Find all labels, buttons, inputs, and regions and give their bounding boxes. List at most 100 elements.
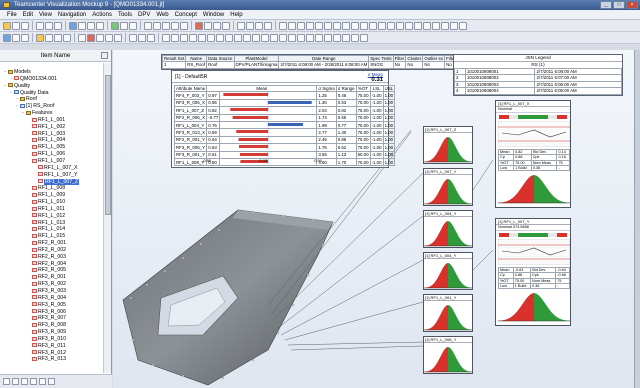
tool2-u-icon[interactable] (342, 33, 350, 42)
filter-icon[interactable] (114, 33, 122, 42)
tool2-j-icon[interactable] (243, 33, 251, 42)
tree-node[interactable]: RF1_L_006 (0, 151, 104, 158)
detail-chart[interactable]: [1] RF1_L_007_X Nominal Mean 0.82 Std Dev 0.1… (495, 100, 571, 208)
tree-node[interactable]: − Features (0, 110, 104, 117)
expand-icon[interactable] (3, 378, 10, 385)
tool2-i-icon[interactable] (234, 33, 242, 42)
tree-node[interactable]: RF1_L_005 (0, 144, 104, 151)
save-icon[interactable] (12, 21, 20, 30)
tree-node[interactable]: RF1_L_012 (0, 213, 104, 220)
menu-item-concept[interactable]: Concept (172, 10, 200, 20)
table-icon[interactable] (96, 33, 104, 42)
mini-histogram[interactable]: [1] RF1_L_001_Y (423, 294, 473, 332)
tree-node[interactable]: RF3_R_002 (0, 281, 104, 288)
tree-node[interactable]: − QMO01334.001 (0, 76, 104, 83)
assembly-icon[interactable] (12, 33, 20, 42)
filter-icon[interactable] (21, 378, 28, 385)
tree-node[interactable]: RF3_R_003 (0, 288, 104, 295)
tree-node[interactable]: RF1_L_009 (0, 192, 104, 199)
menu-item-actions[interactable]: Actions (89, 10, 115, 20)
tool-f-icon[interactable] (324, 21, 332, 30)
view-front-icon[interactable] (162, 21, 170, 30)
material-icon[interactable] (147, 33, 155, 42)
tool-t-icon[interactable] (450, 21, 458, 30)
menu-item-help[interactable]: Help (227, 10, 245, 20)
tool-l-icon[interactable] (378, 21, 386, 30)
camera-icon[interactable] (138, 33, 146, 42)
transparency-icon[interactable] (264, 21, 272, 30)
tool2-m-icon[interactable] (270, 33, 278, 42)
model-icon[interactable] (3, 33, 11, 42)
tree-node[interactable]: RF2_R_003 (0, 254, 104, 261)
tree-scrollbar[interactable] (103, 63, 111, 373)
tool-k-icon[interactable] (369, 21, 377, 30)
view-top-icon[interactable] (171, 21, 179, 30)
show-icon[interactable] (54, 33, 62, 42)
mini-histogram[interactable]: [1] RF1_L_004_Y (423, 252, 473, 290)
print-icon[interactable] (21, 21, 29, 30)
tree-node[interactable]: RF1_L_001 (0, 117, 104, 124)
view-iso-icon[interactable] (153, 21, 161, 30)
tool-h-icon[interactable] (342, 21, 350, 30)
folder-icon[interactable] (36, 33, 44, 42)
tool-d-icon[interactable] (306, 21, 314, 30)
tool2-r-icon[interactable] (315, 33, 323, 42)
measure-icon[interactable] (195, 21, 203, 30)
tool-e-icon[interactable] (315, 21, 323, 30)
collapse-icon[interactable] (12, 378, 19, 385)
tree-node[interactable]: RF1_L_013 (0, 220, 104, 227)
table-row[interactable]: RF3_R_005_X 0.95 1.30 0.53 75.00 -1.00 1.00 (173, 98, 396, 108)
tree-node[interactable]: RF1_L_007_Z (0, 178, 104, 186)
select-icon[interactable] (69, 21, 77, 30)
tool2-a-icon[interactable] (162, 33, 170, 42)
tool-j-icon[interactable] (360, 21, 368, 30)
part-icon[interactable] (21, 33, 29, 42)
rotate-icon[interactable] (96, 21, 104, 30)
tree-node[interactable]: RF2_R_004 (0, 261, 104, 268)
copy-icon[interactable] (45, 21, 53, 30)
side-ribbon[interactable] (634, 50, 640, 388)
tree-node[interactable]: RF1_L_004 (0, 137, 104, 144)
3d-viewport[interactable]: Result Set Name Data Source PlantModel Date … (113, 50, 640, 388)
tool-s-icon[interactable] (441, 21, 449, 30)
wireframe-icon[interactable] (246, 21, 254, 30)
tool-c-icon[interactable] (297, 21, 305, 30)
scrollbar-thumb[interactable] (105, 75, 111, 215)
table-row[interactable]: RF3_R_013_X 0.69 2.77 1.40 75.00 -1.00 1.00 (173, 128, 396, 137)
search-icon[interactable] (30, 378, 37, 385)
tool2-d-icon[interactable] (189, 33, 197, 42)
menu-item-web[interactable]: Web (153, 10, 171, 20)
tool-q-icon[interactable] (423, 21, 431, 30)
tree-node[interactable]: RF3_R_006 (0, 309, 104, 316)
table-row[interactable]: RF1_L_004_Y 0.76 1.99 0.77 75.00 -1.00 1.00 (173, 121, 396, 130)
properties-icon[interactable] (39, 378, 46, 385)
tool-n-icon[interactable] (396, 21, 404, 30)
tool-p-icon[interactable] (414, 21, 422, 30)
tool2-v-icon[interactable] (351, 33, 359, 42)
tree-node[interactable]: RF1_L_003 (0, 131, 104, 138)
mini-histogram[interactable]: [1] RF1_L_008_Y (423, 336, 473, 374)
tool2-e-icon[interactable] (198, 33, 206, 42)
table-row[interactable]: RF2_R_006_X -0.77 1.74 0.65 75.00 -1.00 1.00 (173, 113, 396, 123)
zoom-icon[interactable] (78, 21, 86, 30)
tree-node[interactable]: − Models (0, 69, 104, 76)
tree-node[interactable]: RF1_L_014 (0, 226, 104, 233)
tool2-b-icon[interactable] (171, 33, 179, 42)
tree-node[interactable]: RF1_L_008 (0, 185, 104, 192)
pan-icon[interactable] (87, 21, 95, 30)
light-icon[interactable] (129, 33, 137, 42)
cut-icon[interactable] (36, 21, 44, 30)
tree-node[interactable]: RF3_R_012 (0, 350, 104, 357)
tool-g-icon[interactable] (333, 21, 341, 30)
table-row[interactable]: RF2_R_001_Y 0.64 2.45 0.86 75.00 -1.00 1.00 (173, 135, 396, 145)
play-icon[interactable] (111, 21, 119, 30)
tool2-c-icon[interactable] (180, 33, 188, 42)
menu-item-edit[interactable]: Edit (20, 10, 36, 20)
tree-node[interactable]: − Roof (0, 96, 104, 103)
close-button[interactable]: × (626, 1, 638, 9)
tree-node[interactable]: − Quality (0, 83, 104, 90)
tool-u-icon[interactable] (459, 21, 467, 30)
tree-node[interactable]: RF1_L_007 (0, 158, 104, 165)
tool2-h-icon[interactable] (225, 33, 233, 42)
tree-node[interactable]: RF1_L_015 (0, 233, 104, 240)
